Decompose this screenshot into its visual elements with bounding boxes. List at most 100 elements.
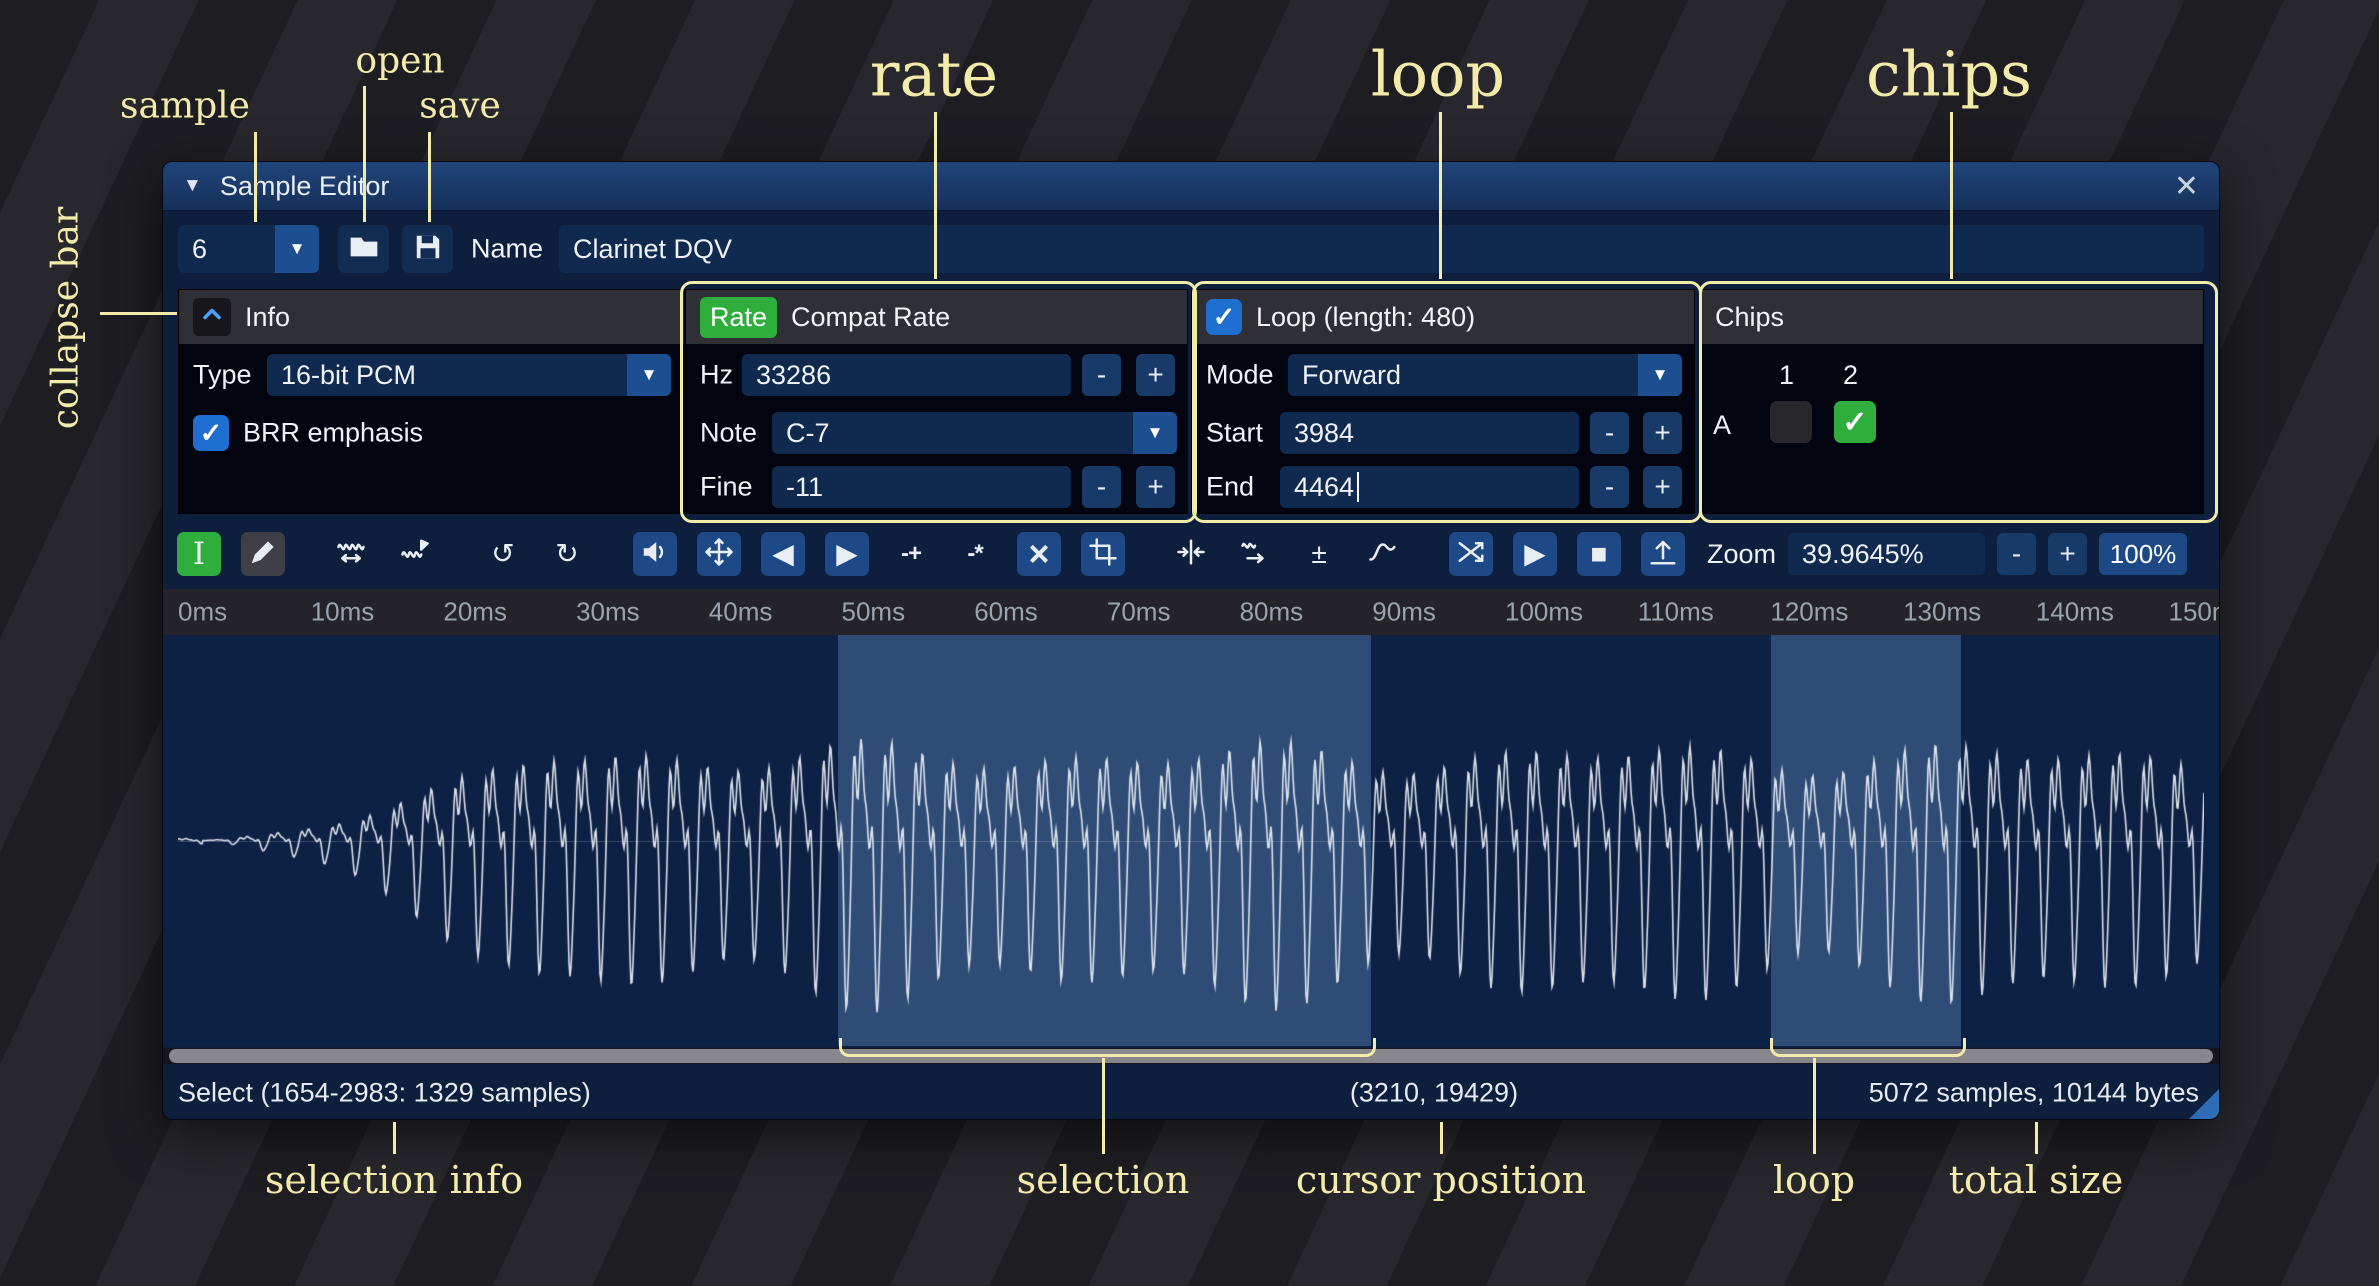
invert-button[interactable] xyxy=(1233,532,1277,576)
resample-button[interactable] xyxy=(393,532,437,576)
resample-icon xyxy=(400,537,430,572)
check-icon: ✓ xyxy=(200,420,223,447)
fade-out-button[interactable]: ▶ xyxy=(825,532,869,576)
zoom-reset-button[interactable]: 100% xyxy=(2099,533,2187,575)
resize-button[interactable] xyxy=(329,532,373,576)
timeline-label: 120ms xyxy=(1770,597,1848,628)
import-button[interactable] xyxy=(1641,532,1685,576)
name-input[interactable]: Clarinet DQV xyxy=(559,225,2204,273)
pencil-icon xyxy=(248,537,278,572)
open-sample-button[interactable] xyxy=(338,225,389,273)
brr-emphasis-label: BRR emphasis xyxy=(243,418,423,449)
rate-highlight-box xyxy=(680,281,1197,523)
selection-info-text: Select (1654-2983: 1329 samples) xyxy=(178,1077,591,1108)
play-icon: ▶ xyxy=(1524,540,1546,568)
window-collapse-icon[interactable]: ▼ xyxy=(183,175,202,197)
zoom-label: Zoom xyxy=(1707,539,1776,570)
timeline-label: 100ms xyxy=(1505,597,1583,628)
status-bar: Select (1654-2983: 1329 samples) (3210, … xyxy=(163,1066,2219,1119)
info-header[interactable]: Info xyxy=(179,290,684,344)
minus-plus-icon: -+ xyxy=(901,542,921,566)
timeline-label: 130ms xyxy=(1903,597,1981,628)
waveform-canvas[interactable] xyxy=(178,635,2204,1046)
annotation-selection-line xyxy=(1102,1058,1105,1154)
normalize-button[interactable] xyxy=(697,532,741,576)
annotation-chips: chips xyxy=(1866,38,2032,111)
resize-grip[interactable] xyxy=(2189,1089,2219,1119)
chips-highlight-box xyxy=(1699,281,2218,523)
zoom-input[interactable]: 39.9645% xyxy=(1788,533,1985,575)
annotation-rate-line xyxy=(934,112,937,279)
collapse-info-button[interactable] xyxy=(193,298,231,336)
chevron-down-icon[interactable]: ▼ xyxy=(627,354,671,396)
arrows-inward-icon xyxy=(1176,537,1206,572)
waveform-area xyxy=(163,635,2219,1046)
annotation-save-line xyxy=(428,132,431,222)
apply-silence-button[interactable]: -* xyxy=(953,532,997,576)
zoom-value: 39.9645% xyxy=(1802,539,1924,570)
crossfade-button[interactable] xyxy=(1449,532,1493,576)
annotation-selection-info-line xyxy=(393,1122,396,1154)
name-value: Clarinet DQV xyxy=(573,234,732,265)
annotation-open: open xyxy=(355,41,444,82)
total-size-text: 5072 samples, 10144 bytes xyxy=(1869,1077,2199,1108)
zoom-controls: Zoom 39.9645% - + 100% xyxy=(1707,533,2187,575)
triangle-left-icon: ◀ xyxy=(772,540,794,568)
close-icon[interactable]: ✕ xyxy=(2174,169,2199,204)
reverse-button[interactable] xyxy=(1169,532,1213,576)
undo-icon: ↺ xyxy=(491,540,514,568)
filter-icon xyxy=(1368,537,1398,572)
sign-invert-button[interactable]: ± xyxy=(1297,532,1341,576)
type-dropdown[interactable]: 16-bit PCM ▼ xyxy=(267,354,671,396)
chevron-down-icon[interactable]: ▼ xyxy=(275,225,319,273)
zoom-minus-button[interactable]: - xyxy=(1997,533,2036,575)
minus-star-icon: -* xyxy=(967,542,982,566)
edit-mode-select-button[interactable]: I xyxy=(177,532,221,576)
annotation-total-size: total size xyxy=(1949,1158,2123,1202)
filter-button[interactable] xyxy=(1361,532,1405,576)
type-label: Type xyxy=(193,360,252,391)
annotation-loop-region: loop xyxy=(1773,1158,1855,1202)
stop-preview-button[interactable]: ■ xyxy=(1577,532,1621,576)
annotation-selection: selection xyxy=(1017,1158,1190,1202)
edit-mode-draw-button[interactable] xyxy=(241,532,285,576)
arrows-out-icon xyxy=(704,537,734,572)
wave-arrow-icon xyxy=(1240,537,1270,572)
zoom-plus-button[interactable]: + xyxy=(2048,533,2087,575)
timeline-label: 90ms xyxy=(1372,597,1436,628)
trim-button[interactable] xyxy=(1081,532,1125,576)
selection-highlight-bracket xyxy=(839,1038,1376,1057)
timeline-label: 40ms xyxy=(709,597,773,628)
annotation-loop: loop xyxy=(1371,38,1505,111)
redo-icon: ↻ xyxy=(555,540,578,568)
undo-button[interactable]: ↺ xyxy=(481,532,525,576)
timeline-label: 30ms xyxy=(576,597,640,628)
insert-silence-button[interactable]: -+ xyxy=(889,532,933,576)
annotation-cursor-position: cursor position xyxy=(1296,1158,1586,1202)
annotation-open-line xyxy=(363,86,366,222)
annotation-chips-line xyxy=(1950,112,1953,279)
save-sample-button[interactable] xyxy=(402,225,453,273)
timeline-label: 140ms xyxy=(2036,597,2114,628)
preview-button[interactable]: ▶ xyxy=(1513,532,1557,576)
info-section: Info Type 16-bit PCM ▼ ✓ BRR emphasis xyxy=(178,289,685,514)
sample-row: 6 ▼ Name Clarinet DQV xyxy=(163,225,2219,273)
timeline-ruler[interactable]: 0ms10ms20ms30ms40ms50ms60ms70ms80ms90ms1… xyxy=(163,589,2219,635)
delete-button[interactable]: × xyxy=(1017,532,1061,576)
window-titlebar[interactable]: ▼ Sample Editor ✕ xyxy=(163,162,2219,211)
timeline-label: 10ms xyxy=(311,597,375,628)
redo-button[interactable]: ↻ xyxy=(545,532,589,576)
volume-icon xyxy=(640,537,670,572)
timeline-label: 20ms xyxy=(443,597,507,628)
annotation-collapse-bar: collapse bar xyxy=(46,207,87,429)
brr-emphasis-checkbox[interactable]: ✓ xyxy=(193,415,229,451)
timeline-label: 50ms xyxy=(842,597,906,628)
sample-number-select[interactable]: 6 ▼ xyxy=(178,225,319,273)
cursor-position-text: (3210, 19429) xyxy=(1350,1077,1518,1108)
triangle-right-icon: ▶ xyxy=(836,540,858,568)
amplify-button[interactable] xyxy=(633,532,677,576)
annotation-rate: rate xyxy=(870,38,998,111)
fade-in-button[interactable]: ◀ xyxy=(761,532,805,576)
timeline-label: 150ms xyxy=(2169,597,2220,628)
name-label: Name xyxy=(471,234,543,265)
